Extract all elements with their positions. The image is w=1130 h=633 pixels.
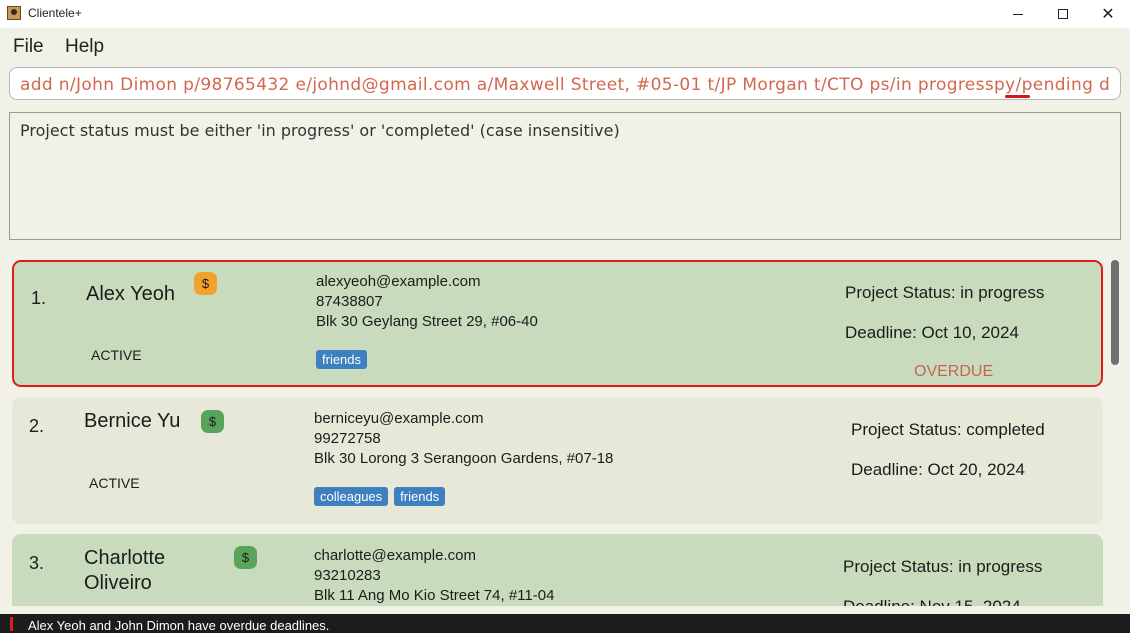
person-phone: 99272758 [314, 430, 381, 447]
person-list[interactable]: 1. Alex Yeoh $ ACTIVE alexyeoh@example.c… [0, 252, 1130, 606]
deadline: Deadline: Oct 10, 2024 [845, 323, 1019, 342]
person-address: Blk 30 Geylang Street 29, #06-40 [316, 313, 538, 330]
maximize-icon [1058, 9, 1068, 19]
minimize-button[interactable] [995, 0, 1041, 28]
person-email: charlotte@example.com [314, 547, 476, 564]
project-status: Project Status: in progress [845, 283, 1045, 302]
app-icon [7, 6, 21, 20]
person-phone: 93210283 [314, 567, 381, 584]
project-status: Project Status: in progress [843, 557, 1043, 576]
menu-bar: File Help [0, 28, 1130, 62]
close-button[interactable]: ✕ [1085, 0, 1130, 28]
person-status: ACTIVE [91, 347, 142, 363]
maximize-button[interactable] [1040, 0, 1086, 28]
menu-file[interactable]: File [13, 36, 44, 58]
title-bar: Clientele+ ✕ [0, 0, 1130, 28]
person-tags: colleagues friends [314, 487, 446, 506]
status-bar: Alex Yeoh and John Dimon have overdue de… [0, 614, 1130, 633]
person-address: Blk 11 Ang Mo Kio Street 74, #11-04 [314, 587, 555, 604]
minimize-icon [1013, 13, 1023, 15]
window-title: Clientele+ [28, 6, 82, 20]
tag: colleagues [314, 487, 389, 506]
person-index: 2. [29, 416, 45, 436]
person-tags: friends [316, 350, 368, 369]
person-index: 3. [29, 553, 45, 573]
person-email: alexyeoh@example.com [316, 273, 481, 290]
person-name: Charlotte Oliveiro [84, 547, 166, 594]
person-card-1[interactable]: 1. Alex Yeoh $ ACTIVE alexyeoh@example.c… [12, 260, 1103, 387]
warning-icon [10, 617, 13, 631]
payment-badge-icon: $ [234, 546, 257, 569]
result-display[interactable]: Project status must be either 'in progre… [9, 112, 1121, 240]
person-card-2[interactable]: 2. Bernice Yu $ ACTIVE berniceyu@example… [12, 397, 1103, 524]
person-email: berniceyu@example.com [314, 410, 484, 427]
deadline: Deadline: Nov 15, 2024 [843, 597, 1021, 606]
command-input[interactable]: add n/John Dimon p/98765432 e/johnd@gmai… [9, 67, 1121, 100]
person-address: Blk 30 Lorong 3 Serangoon Gardens, #07-1… [314, 450, 614, 467]
project-status: Project Status: completed [851, 420, 1045, 439]
person-phone: 87438807 [316, 293, 383, 310]
status-message: Alex Yeoh and John Dimon have overdue de… [28, 618, 330, 633]
person-card-3[interactable]: 3. Charlotte Oliveiro $ charlotte@exampl… [12, 534, 1103, 606]
result-message: Project status must be either 'in progre… [20, 121, 620, 140]
list-scrollbar[interactable] [1111, 260, 1119, 365]
person-name: Alex Yeoh [86, 283, 175, 305]
command-text: add n/John Dimon p/98765432 e/johnd@gmai… [20, 75, 1111, 95]
overdue-label: OVERDUE [914, 363, 994, 380]
payment-badge-icon: $ [194, 272, 217, 295]
deadline: Deadline: Oct 20, 2024 [851, 460, 1025, 479]
person-index: 1. [31, 288, 47, 308]
tag: friends [316, 350, 368, 369]
menu-help[interactable]: Help [65, 36, 104, 58]
spellcheck-underline [1005, 95, 1030, 98]
tag: friends [394, 487, 446, 506]
person-status: ACTIVE [89, 475, 140, 491]
payment-badge-icon: $ [201, 410, 224, 433]
close-icon: ✕ [1101, 6, 1115, 23]
person-name: Bernice Yu [84, 410, 181, 432]
